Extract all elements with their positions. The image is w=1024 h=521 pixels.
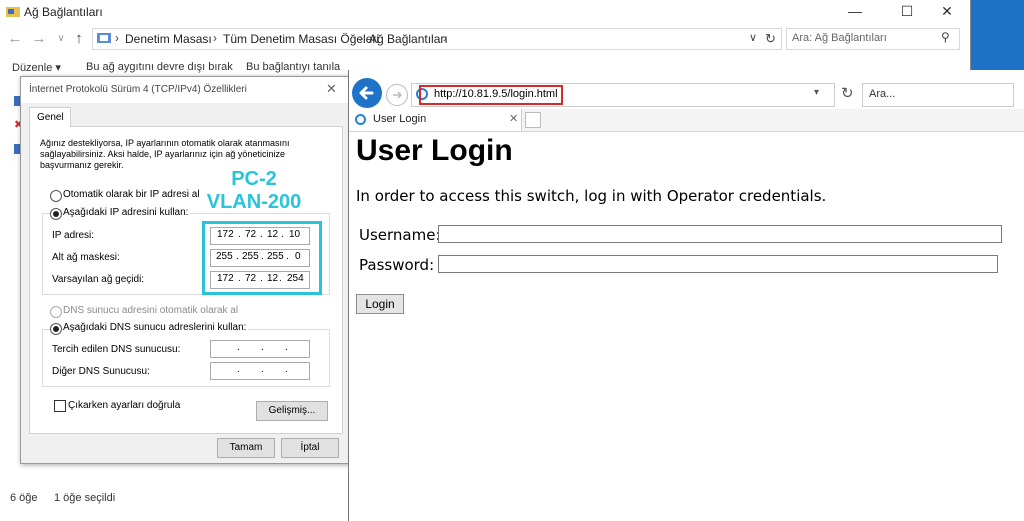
back-arrow-icon[interactable]: ← — [6, 30, 24, 48]
password-label: Password: — [359, 256, 435, 274]
radio-manual-dns[interactable] — [50, 323, 62, 335]
general-panel: Ağınız destekliyorsa, IP ayarlarının oto… — [29, 126, 343, 434]
cancel-button[interactable]: İptal — [281, 438, 339, 458]
refresh-icon[interactable]: ↻ — [765, 31, 776, 47]
tab-general[interactable]: Genel — [29, 107, 71, 127]
browser-window: http://10.81.9.5/login.html ▾ ↻ Ara... U… — [348, 70, 1024, 521]
breadcrumb-separator: › — [443, 31, 447, 45]
validate-checkbox-label: Çıkarken ayarları doğrula — [68, 400, 181, 411]
search-icon: ⚲ — [941, 30, 950, 44]
ip-address-label: IP adresi: — [52, 230, 95, 241]
alternate-dns-field[interactable]: ... — [210, 362, 310, 380]
address-dropdown-icon[interactable]: ▾ — [814, 87, 819, 98]
annotation-vlan-label: VLAN-200 — [206, 191, 302, 213]
new-tab-icon[interactable] — [525, 112, 541, 128]
breadcrumb-control-panel[interactable]: Denetim Masası — [125, 32, 212, 46]
explorer-title: Ağ Bağlantıları — [24, 5, 103, 19]
explorer-navbar: ← → ∨ ↑ › Denetim Masası › Tüm Denetim M… — [0, 26, 970, 52]
browser-search-input[interactable]: Ara... — [862, 83, 1014, 107]
dialog-title: İnternet Protokolü Sürüm 4 (TCP/IPv4) Öz… — [29, 84, 247, 95]
chevron-down-icon[interactable]: ∨ — [749, 31, 757, 44]
radio-auto-ip-label: Otomatik olarak bir IP adresi al — [63, 189, 200, 200]
gateway-label: Varsayılan ağ geçidi: — [52, 274, 145, 285]
subnet-mask-label: Alt ağ maskesi: — [52, 252, 120, 263]
radio-auto-ip[interactable] — [50, 190, 62, 202]
url-highlight-box — [419, 85, 563, 105]
search-input[interactable]: Ara: Ağ Bağlantıları ⚲ — [786, 28, 960, 50]
radio-manual-ip[interactable] — [50, 208, 62, 220]
radio-manual-ip-label: Aşağıdaki IP adresini kullan: — [63, 207, 191, 218]
alternate-dns-label: Diğer DNS Sunucusu: — [52, 366, 150, 377]
control-panel-icon — [97, 32, 111, 44]
ok-button[interactable]: Tamam — [217, 438, 275, 458]
recent-dropdown-icon[interactable]: ∨ — [52, 30, 70, 48]
forward-button[interactable] — [386, 84, 408, 106]
browser-tabstrip: User Login ✕ — [349, 109, 1024, 132]
username-input[interactable] — [438, 225, 1002, 243]
preferred-dns-field[interactable]: ... — [210, 340, 310, 358]
radio-manual-dns-label: Aşağıdaki DNS sunucu adreslerini kullan: — [63, 322, 249, 333]
diagnose-button[interactable]: Bu bağlantıyı tanıla — [246, 61, 340, 73]
back-button[interactable] — [352, 78, 382, 108]
organize-menu[interactable]: Düzenle ▾ — [12, 61, 61, 74]
page-instructions: In order to access this switch, log in w… — [356, 187, 827, 205]
minimize-button[interactable]: — — [832, 0, 878, 24]
explorer-titlebar: Ağ Bağlantıları — ☐ ✕ — [0, 0, 970, 24]
address-bar[interactable]: › Denetim Masası › Tüm Denetim Masası Öğ… — [92, 28, 782, 50]
breadcrumb-network-connections[interactable]: Ağ Bağlantıları — [369, 32, 448, 46]
breadcrumb-separator: › — [359, 31, 363, 45]
breadcrumb-separator: › — [115, 31, 119, 45]
tab-general-label: Genel — [37, 112, 64, 123]
search-placeholder: Ara: Ağ Bağlantıları — [792, 32, 887, 44]
ie-tab-icon — [355, 114, 366, 125]
preferred-dns-label: Tercih edilen DNS sunucusu: — [52, 344, 181, 355]
explorer-statusbar: 6 öğe 1 öğe seçildi — [0, 488, 350, 508]
selected-count: 1 öğe seçildi — [54, 492, 116, 504]
page-title: User Login — [356, 134, 513, 167]
disable-device-button[interactable]: Bu ağ aygıtını devre dışı bırak — [86, 61, 233, 73]
radio-auto-dns-label: DNS sunucu adresini otomatik olarak al — [63, 305, 239, 316]
browser-search-placeholder: Ara... — [869, 88, 896, 100]
advanced-button[interactable]: Gelişmiş... — [256, 401, 328, 421]
up-arrow-icon[interactable]: ↑ — [70, 30, 88, 48]
network-folder-icon — [6, 5, 20, 17]
annotation-pc-label: PC-2 — [231, 168, 277, 190]
breadcrumb-separator: › — [213, 31, 217, 45]
dialog-titlebar: İnternet Protokolü Sürüm 4 (TCP/IPv4) Öz… — [21, 77, 349, 103]
forward-arrow-icon[interactable]: → — [30, 30, 48, 48]
annotation-highlight-box — [202, 221, 322, 295]
close-icon[interactable]: ✕ — [326, 81, 337, 97]
close-button[interactable]: ✕ — [924, 0, 970, 24]
ipv4-properties-dialog: İnternet Protokolü Sürüm 4 (TCP/IPv4) Öz… — [20, 76, 350, 464]
tab-close-icon[interactable]: ✕ — [509, 112, 518, 125]
password-input[interactable] — [438, 255, 998, 273]
breadcrumb-all-items[interactable]: Tüm Denetim Masası Öğeleri — [223, 32, 379, 46]
login-button[interactable]: Login — [356, 294, 404, 314]
dialog-description: Ağınız destekliyorsa, IP ayarlarının oto… — [40, 138, 290, 170]
validate-checkbox[interactable] — [54, 400, 66, 412]
item-count: 6 öğe — [10, 492, 38, 504]
refresh-icon[interactable]: ↻ — [841, 84, 854, 102]
tab-title: User Login — [373, 113, 427, 125]
username-label: Username: — [359, 226, 441, 244]
radio-auto-dns[interactable] — [50, 306, 62, 318]
tab-user-login[interactable]: User Login ✕ — [349, 109, 522, 131]
